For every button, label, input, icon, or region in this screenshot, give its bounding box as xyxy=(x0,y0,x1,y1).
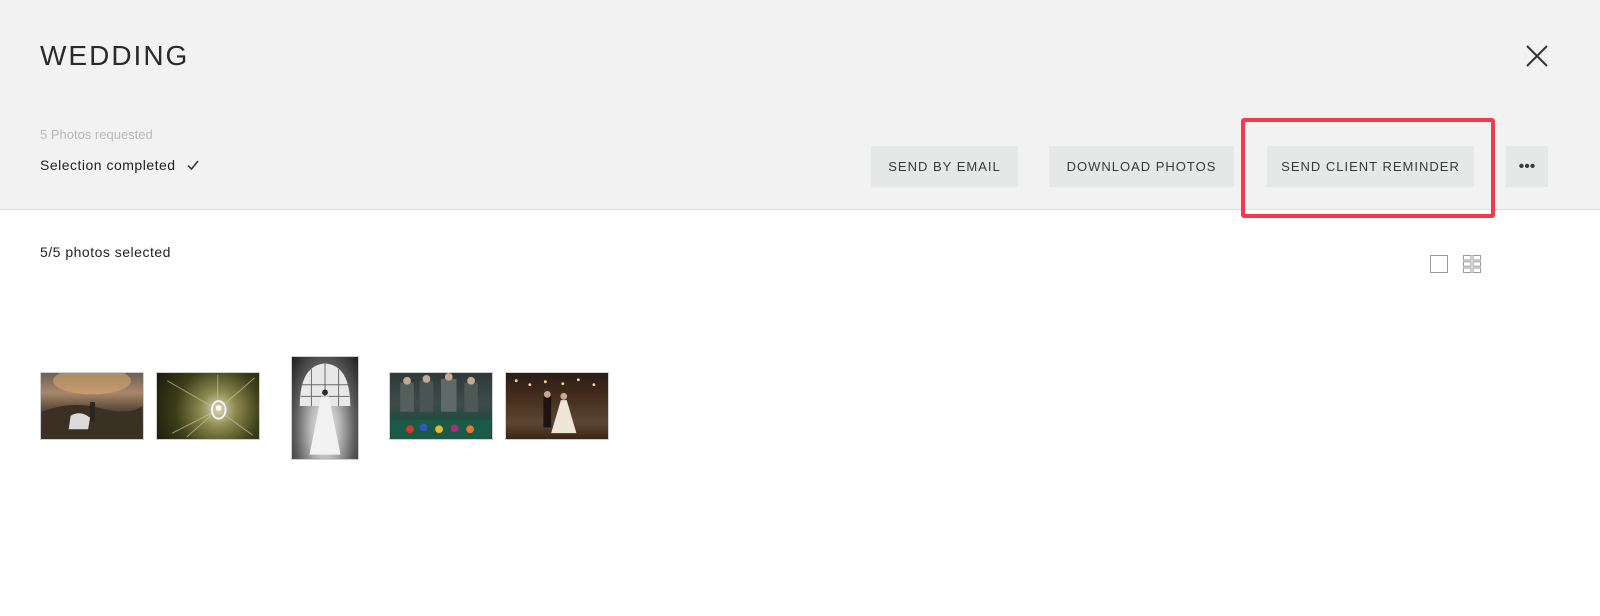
single-view-icon[interactable] xyxy=(1430,255,1448,273)
photo-groomsmen xyxy=(390,373,492,439)
selection-status: Selection completed xyxy=(40,157,200,173)
photo-couple-lights xyxy=(514,378,596,434)
photo-couple-sunset xyxy=(41,373,143,439)
more-options-button[interactable]: ••• xyxy=(1506,146,1548,187)
photo-thumbnail[interactable] xyxy=(505,372,609,440)
send-by-email-button[interactable]: SEND BY EMAIL xyxy=(871,146,1018,187)
page-title: WEDDING xyxy=(40,40,190,71)
photo-ring xyxy=(166,374,255,438)
photo-bride-window xyxy=(299,363,351,455)
photo-thumbnail[interactable] xyxy=(40,372,144,440)
close-icon[interactable] xyxy=(1521,40,1553,72)
send-client-reminder-button[interactable]: SEND CLIENT REMINDER xyxy=(1267,146,1474,187)
header-panel: WEDDING 5 Photos requested Selection com… xyxy=(0,0,1600,218)
download-photos-button[interactable]: DOWNLOAD PHOTOS xyxy=(1049,146,1234,187)
selection-status-label: Selection completed xyxy=(40,157,176,173)
photos-requested-text: 5 Photos requested xyxy=(40,127,153,142)
photo-thumbnail[interactable] xyxy=(389,372,493,440)
check-icon xyxy=(187,160,199,171)
selected-count: 5/5 photos selected xyxy=(40,244,171,260)
photo-thumbnail[interactable] xyxy=(156,372,260,440)
photo-thumbnail[interactable] xyxy=(291,356,359,460)
grid-view-icon[interactable] xyxy=(1463,255,1481,273)
